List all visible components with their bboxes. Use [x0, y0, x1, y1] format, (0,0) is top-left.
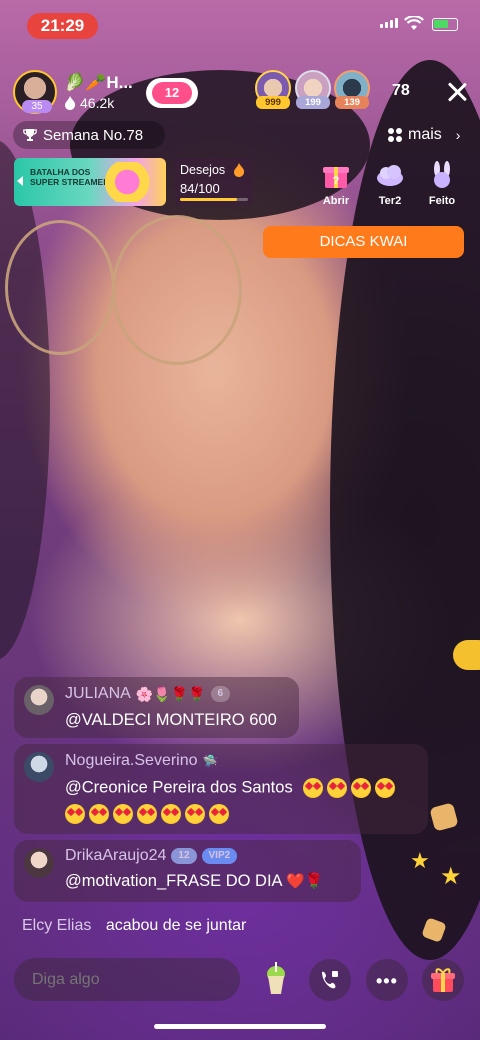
chat-avatar: [24, 848, 54, 878]
flame-icon: [234, 163, 245, 177]
wishes-panel[interactable]: Desejos 84/100: [175, 158, 253, 206]
top-viewer-3-badge: 139: [335, 96, 369, 109]
call-button[interactable]: [309, 959, 351, 1001]
video-glasses-right: [112, 215, 242, 365]
chat-username: Nogueira.Severino 🛸: [65, 752, 217, 770]
star-icon: ★: [410, 848, 430, 873]
cloud-icon: [377, 165, 403, 186]
chat-avatar: [24, 752, 54, 782]
join-username: Elcy Elias: [22, 917, 92, 934]
svg-text:?: ?: [333, 175, 340, 187]
more-button[interactable]: mais ›: [388, 126, 460, 144]
host-level-badge: 35: [22, 100, 52, 113]
tips-button[interactable]: DICAS KWAI: [263, 226, 464, 258]
action-abrir-label: Abrir: [322, 195, 350, 207]
join-text: acabou de se juntar: [105, 917, 247, 934]
chat-text: @Creonice Pereira dos Santos: [65, 778, 399, 798]
heart-rose-emoji-icon: ❤️🌹: [286, 873, 324, 890]
phone-video-icon: [322, 971, 338, 989]
wishes-progress-bar: [180, 198, 248, 201]
video-hair-left: [0, 140, 50, 660]
gift-button[interactable]: [422, 959, 464, 1001]
action-abrir[interactable]: ? Abrir: [312, 160, 360, 207]
chat-message[interactable]: Nogueira.Severino 🛸 @Creonice Pereira do…: [14, 744, 428, 834]
chat-message[interactable]: DrikaAraujo24 12 VIP2 @motivation_FRASE …: [14, 840, 361, 902]
close-icon[interactable]: [445, 80, 469, 104]
more-label: mais: [408, 126, 442, 143]
ellipsis-icon: •••: [376, 971, 398, 991]
home-indicator: [154, 1024, 326, 1029]
status-bar: 21:29: [0, 10, 480, 42]
join-notice: Elcy Elias acabou de se juntar: [22, 917, 246, 935]
battle-banner[interactable]: BATALHA DOS SUPER STREAMERS: [14, 158, 166, 206]
heart-eyes-emoji-row: [303, 778, 399, 798]
chat-vip-tag: VIP2: [201, 848, 238, 864]
action-ter2[interactable]: Ter2: [366, 160, 414, 207]
heart-eyes-emoji-row: [65, 804, 233, 824]
clock: 21:29: [27, 13, 98, 39]
chat-text: @motivation_FRASE DO DIA ❤️🌹: [65, 872, 324, 891]
chat-message[interactable]: JULIANA 🌸🌷🌹🌹 6 @VALDECI MONTEIRO 600: [14, 677, 299, 738]
follow-heart-button[interactable]: 12: [146, 78, 198, 108]
ufo-icon: 🛸: [202, 754, 218, 768]
chat-text: @VALDECI MONTEIRO 600: [65, 711, 277, 729]
chat-username: DrikaAraujo24 12 VIP2: [65, 847, 238, 865]
chat-username-text: JULIANA: [65, 685, 131, 702]
action-feito-label: Feito: [428, 195, 456, 207]
mystery-gift-icon: ?: [323, 167, 349, 188]
week-ranking-button[interactable]: Semana No.78: [13, 121, 165, 149]
chat-username-text: DrikaAraujo24: [65, 847, 167, 864]
grid-dots-icon: [388, 128, 402, 142]
chat-username: JULIANA 🌸🌷🌹🌹 6: [65, 685, 231, 703]
flame-icon: [65, 96, 76, 110]
star-icon: ★: [440, 863, 462, 890]
chevron-right-icon: ›: [455, 127, 461, 143]
heart-level: 12: [152, 82, 192, 104]
chat-text-mention: @Creonice Pereira dos Santos: [65, 778, 293, 797]
wishes-title: Desejos: [180, 163, 226, 177]
action-feito[interactable]: Feito: [418, 160, 466, 207]
viewer-count[interactable]: 78: [392, 82, 410, 100]
more-options-button[interactable]: •••: [366, 959, 408, 1001]
side-tab[interactable]: [453, 640, 480, 670]
battle-banner-art: [104, 162, 162, 202]
wishes-value: 84/100: [180, 181, 220, 196]
top-viewer-2-badge: 199: [296, 96, 330, 109]
host-name[interactable]: 🥬🥕H...: [64, 73, 133, 93]
trophy-icon: [23, 129, 37, 141]
video-glasses-left: [5, 220, 115, 355]
chat-text-mention: @motivation_FRASE DO DIA: [65, 872, 282, 890]
wifi-icon: [404, 16, 424, 30]
drink-gift-icon[interactable]: [262, 962, 290, 996]
battery-icon: [432, 18, 458, 31]
flower-emoji-icon: 🌸🌷🌹🌹: [135, 685, 206, 702]
gift-icon: [431, 968, 455, 992]
chat-level-tag: 6: [210, 686, 231, 702]
action-ter2-label: Ter2: [378, 195, 402, 207]
bunny-icon: [434, 161, 450, 188]
week-label: Semana No.78: [43, 126, 144, 144]
comment-input[interactable]: [14, 958, 240, 1001]
chat-level-tag: 12: [171, 848, 197, 864]
chat-username-text: Nogueira.Severino: [65, 752, 198, 769]
host-likes: 46.2k: [64, 95, 114, 111]
host-likes-value: 46.2k: [80, 95, 115, 111]
cellular-signal-icon: [380, 18, 398, 28]
top-viewer-1-badge: 999: [256, 96, 290, 109]
chat-avatar: [24, 685, 54, 715]
banner-arrow-icon: [17, 176, 23, 186]
